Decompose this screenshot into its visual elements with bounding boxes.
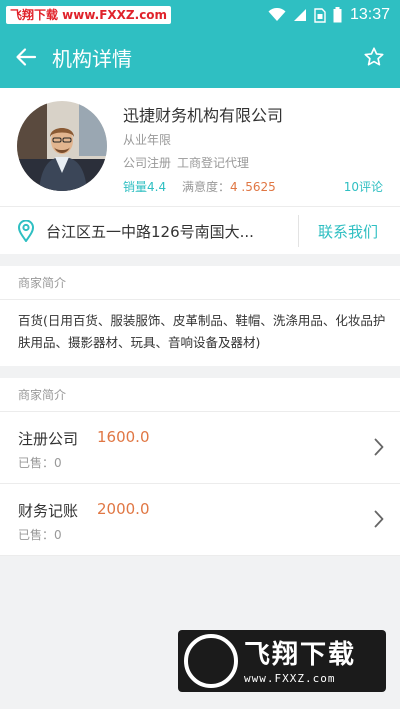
service-name: 财务记账 [18, 502, 79, 520]
back-button[interactable] [12, 45, 40, 73]
address-text[interactable]: 台江区五一中路126号南国大... [46, 221, 254, 242]
back-arrow-icon [15, 47, 37, 71]
satisfaction-label: 满意度： [181, 180, 230, 194]
contact-us-button[interactable]: 联系我们 [318, 221, 378, 242]
service-item-bookkeeping[interactable]: 财务记账 2000.0 已售：0 [0, 484, 400, 556]
service-price: 2000.0 [97, 500, 150, 518]
merchant-years: 从业年限 [123, 133, 172, 147]
app-header: 机构详情 [0, 30, 400, 88]
service-price: 1600.0 [97, 428, 150, 446]
page-title: 机构详情 [52, 47, 132, 71]
sales-value: 4.4 [147, 180, 167, 194]
service-sold: 已售：0 [18, 528, 62, 542]
chevron-right-icon [374, 510, 384, 532]
service-tag: 工商登记代理 [177, 156, 250, 170]
watermark-top: 飞翔下载 www.FXXZ.com [6, 6, 172, 24]
section-title-intro: 商家简介 [0, 266, 400, 300]
wifi-icon [268, 8, 286, 22]
location-pin-icon [17, 219, 35, 246]
watermark-logo-icon [184, 634, 238, 688]
service-sold: 已售：0 [18, 456, 62, 470]
favorite-button[interactable] [360, 45, 388, 73]
merchant-stats: 销量4.4 满意度：4 .5625 10评论 [123, 178, 383, 195]
service-item-register[interactable]: 注册公司 1600.0 已售：0 [0, 412, 400, 484]
merchant-services: 公司注册 工商登记代理 [123, 154, 249, 171]
divider [298, 215, 299, 247]
service-name: 注册公司 [18, 430, 79, 448]
status-bar: 飞翔下载 www.FXXZ.com 13:37 [0, 0, 400, 30]
sales-label: 销量 [123, 180, 148, 194]
satisfaction-value: 4 .5625 [229, 180, 276, 194]
merchant-intro: 百货(日用百货、服装服饰、皮革制品、鞋帽、洗涤用品、化妆品护肤用品、摄影器材、玩… [0, 300, 400, 366]
avatar [17, 101, 107, 191]
merchant-card: 迅捷财务机构有限公司 从业年限 公司注册 工商登记代理 销量4.4 满意度：4 .… [0, 88, 400, 206]
watermark-bottom: 飞翔下载 www.FXXZ.com [178, 630, 386, 692]
merchant-name: 迅捷财务机构有限公司 [123, 106, 284, 125]
signal-icon [293, 8, 307, 22]
star-icon [363, 46, 385, 72]
watermark-url: www.FXXZ.com [244, 672, 336, 685]
reviews-link[interactable]: 10评论 [344, 178, 383, 195]
chevron-right-icon [374, 438, 384, 460]
battery-icon [333, 7, 342, 23]
watermark-text: 飞翔下载 [244, 640, 357, 670]
address-row: 台江区五一中路126号南国大... 联系我们 [0, 206, 400, 254]
sim-icon [314, 7, 326, 23]
service-tag: 公司注册 [123, 156, 172, 170]
section-title-services: 商家简介 [0, 378, 400, 412]
status-icons: 13:37 [261, 4, 390, 26]
status-time: 13:37 [349, 6, 390, 23]
